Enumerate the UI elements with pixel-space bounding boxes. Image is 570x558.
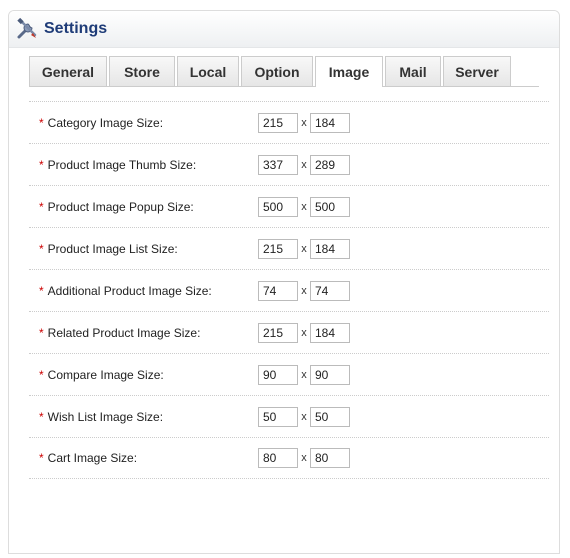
- field-label: * Cart Image Size:: [39, 451, 137, 465]
- height-input[interactable]: [310, 364, 350, 385]
- size-inputs: x: [258, 154, 350, 175]
- dimension-separator: x: [301, 200, 307, 213]
- field-label-text: Product Image List Size:: [47, 241, 178, 256]
- field-label: * Product Image Thumb Size:: [39, 158, 196, 172]
- field-label-text: Additional Product Image Size:: [47, 283, 212, 298]
- dimension-separator: x: [301, 116, 307, 129]
- tab-store[interactable]: Store: [109, 56, 175, 86]
- size-inputs: x: [258, 280, 350, 301]
- height-input[interactable]: [310, 406, 350, 427]
- dimension-separator: x: [301, 410, 307, 423]
- tab-server[interactable]: Server: [443, 56, 511, 86]
- width-input[interactable]: [258, 364, 298, 385]
- size-inputs: x: [258, 322, 350, 343]
- width-input[interactable]: [258, 280, 298, 301]
- required-mark: *: [39, 283, 44, 298]
- width-input[interactable]: [258, 112, 298, 133]
- form-row: *Product Image List Size: x: [29, 227, 549, 269]
- required-mark: *: [39, 199, 44, 214]
- tab-bar: General Store Local Option Image Mail Server: [29, 56, 539, 87]
- form-row: *Cart Image Size: x: [29, 437, 549, 479]
- form-row: *Category Image Size: x: [29, 101, 549, 143]
- field-label: * Product Image List Size:: [39, 242, 178, 256]
- size-inputs: x: [258, 196, 350, 217]
- field-label-text: Related Product Image Size:: [47, 325, 201, 340]
- field-label: * Compare Image Size:: [39, 368, 164, 382]
- size-inputs: x: [258, 406, 350, 427]
- settings-panel: Settings General Store Local Option Image Mai…: [8, 10, 560, 554]
- height-input[interactable]: [310, 112, 350, 133]
- dimension-separator: x: [301, 452, 307, 464]
- field-label: * Additional Product Image Size:: [39, 284, 212, 298]
- form-row: *Compare Image Size: x: [29, 353, 549, 395]
- width-input[interactable]: [258, 322, 298, 343]
- required-mark: *: [39, 451, 44, 465]
- height-input[interactable]: [310, 322, 350, 343]
- tools-icon: [15, 17, 39, 41]
- height-input[interactable]: [310, 154, 350, 175]
- field-label: * Wish List Image Size:: [39, 410, 163, 424]
- form-row: *Product Image Popup Size: x: [29, 185, 549, 227]
- dimension-separator: x: [301, 326, 307, 339]
- required-mark: *: [39, 325, 44, 340]
- dimension-separator: x: [301, 284, 307, 297]
- dimension-separator: x: [301, 242, 307, 255]
- size-inputs: x: [258, 364, 350, 385]
- image-settings-form: *Category Image Size:x*Product Image Thu…: [29, 101, 549, 479]
- size-inputs: x: [258, 238, 350, 259]
- panel-heading: Settings: [9, 11, 559, 48]
- width-input[interactable]: [258, 196, 298, 217]
- width-input[interactable]: [258, 238, 298, 259]
- required-mark: *: [39, 409, 44, 424]
- dimension-separator: x: [301, 368, 307, 381]
- field-label-text: Wish List Image Size:: [47, 409, 164, 424]
- required-mark: *: [39, 241, 44, 256]
- size-inputs: x: [258, 448, 350, 468]
- tab-option[interactable]: Option: [241, 56, 313, 86]
- dimension-separator: x: [301, 158, 307, 171]
- size-inputs: x: [258, 112, 350, 133]
- field-label: * Product Image Popup Size:: [39, 200, 194, 214]
- form-row: *Related Product Image Size: x: [29, 311, 549, 353]
- field-label-text: Product Image Popup Size:: [47, 199, 194, 214]
- required-mark: *: [39, 157, 44, 172]
- height-input[interactable]: [310, 196, 350, 217]
- required-mark: *: [39, 367, 44, 382]
- form-row: *Additional Product Image Size: x: [29, 269, 549, 311]
- width-input[interactable]: [258, 448, 298, 468]
- field-label: * Category Image Size:: [39, 116, 163, 130]
- form-row: *Wish List Image Size: x: [29, 395, 549, 437]
- height-input[interactable]: [310, 448, 350, 468]
- page-title: Settings: [44, 20, 108, 37]
- tab-local[interactable]: Local: [177, 56, 239, 86]
- form-row: *Product Image Thumb Size: x: [29, 143, 549, 185]
- field-label-text: Compare Image Size:: [47, 367, 164, 382]
- field-label-text: Cart Image Size:: [47, 451, 138, 465]
- tab-mail[interactable]: Mail: [385, 56, 441, 86]
- height-input[interactable]: [310, 238, 350, 259]
- width-input[interactable]: [258, 406, 298, 427]
- width-input[interactable]: [258, 154, 298, 175]
- height-input[interactable]: [310, 280, 350, 301]
- field-label-text: Product Image Thumb Size:: [47, 157, 197, 172]
- required-mark: *: [39, 115, 44, 130]
- tab-general[interactable]: General: [29, 56, 107, 86]
- field-label-text: Category Image Size:: [47, 115, 164, 130]
- tab-image[interactable]: Image: [315, 56, 383, 87]
- field-label: * Related Product Image Size:: [39, 326, 200, 340]
